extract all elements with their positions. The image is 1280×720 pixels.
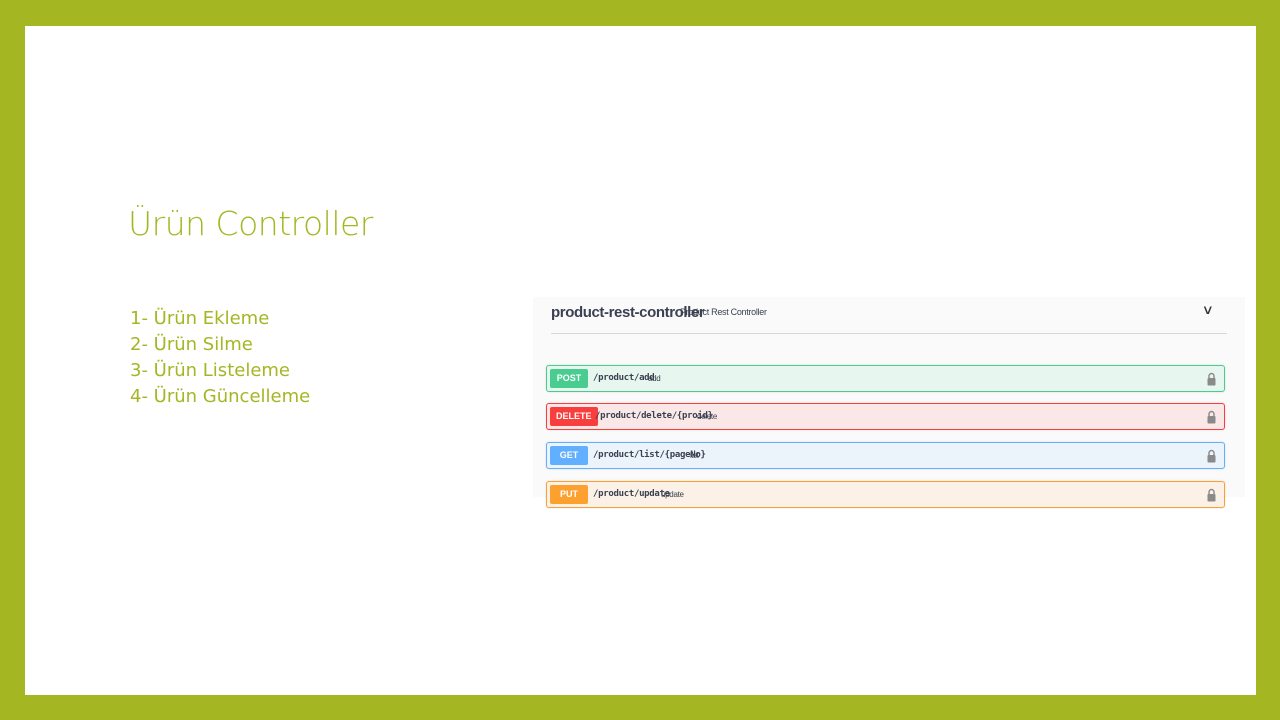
operation-summary: add [648, 374, 661, 383]
chevron-down-icon[interactable]: ∨ [1202, 302, 1214, 318]
operation-path: /product/update [593, 489, 670, 499]
method-badge: POST [550, 369, 588, 388]
controller-description: Product Rest Controller [680, 307, 767, 317]
lock-icon[interactable] [1207, 449, 1216, 463]
lock-icon[interactable] [1207, 488, 1216, 502]
operation-summary: list [690, 451, 699, 460]
bullet-item: 1- Ürün Ekleme [130, 308, 270, 329]
swagger-screenshot: product-rest-controller Product Rest Con… [533, 297, 1245, 508]
bullet-item: 3- Ürün Listeleme [130, 360, 291, 381]
operation-get-list[interactable]: GET /product/list/{pageNo} list [546, 442, 1225, 469]
bullet-item: 2- Ürün Silme [130, 334, 253, 355]
operation-put-update[interactable]: PUT /product/update update [546, 481, 1225, 508]
operation-summary: update [661, 490, 684, 499]
controller-header[interactable]: product-rest-controller Product Rest Con… [551, 297, 1227, 334]
operation-summary: delete [697, 412, 717, 421]
slide: Ürün Controller 1- Ürün Ekleme 2- Ürün S… [25, 26, 1256, 695]
method-badge: GET [550, 446, 588, 465]
operation-delete[interactable]: DELETE /product/delete/{proid} delete [546, 403, 1225, 430]
lock-icon[interactable] [1207, 410, 1216, 424]
method-badge: DELETE [550, 407, 598, 426]
bullet-item: 4- Ürün Güncelleme [130, 386, 311, 407]
bullet-list: 1- Ürün Ekleme 2- Ürün Silme 3- Ürün Lis… [130, 306, 310, 410]
operation-post-add[interactable]: POST /product/add add [546, 365, 1225, 392]
operation-path: /product/list/{pageNo} [593, 450, 706, 460]
lock-icon[interactable] [1207, 372, 1216, 386]
method-badge: PUT [550, 485, 588, 504]
slide-title: Ürün Controller [128, 204, 373, 243]
operation-path: /product/delete/{proid} [595, 411, 713, 421]
operation-path: /product/add [593, 373, 655, 383]
